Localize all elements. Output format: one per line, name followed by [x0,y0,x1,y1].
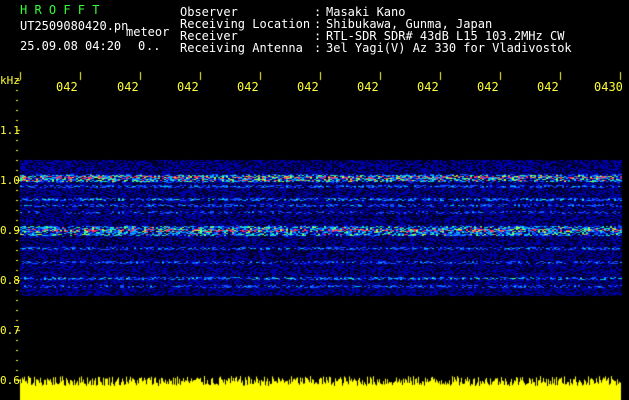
x-tick-label: 042 [537,80,559,94]
x-tick-label: 042 [297,80,319,94]
x-tick-label: 042 [237,80,259,94]
x-tick-label: 042 [357,80,379,94]
y-tick-label: 1.0 [0,174,20,187]
antenna-value: 3el Yagi(V) Az 330 for Vladivostok [326,41,572,55]
y-tick-label: 0.9 [0,224,20,237]
extra-value: 0 [138,39,146,53]
x-tick-label: 042 [417,80,439,94]
datetime-label: 25.09.08 04:20 [20,39,122,53]
extra-dots: .. [146,39,161,53]
x-tick-label: 042 [56,80,78,94]
x-tick-label: 0430 [594,80,623,94]
y-tick-label: 1.1 [0,124,20,137]
y-tick-label: 0.6 [0,374,20,387]
x-tick-label: 042 [177,80,199,94]
antenna-label: Receiving Antenna [180,41,303,55]
y-tick-label: 0.8 [0,274,20,287]
x-tick-label: 042 [477,80,499,94]
spectrogram-canvas [0,0,629,400]
y-unit-label: kHz [0,74,20,87]
filename-label: UT2509080420.pn [20,19,129,33]
x-tick-label: 042 [117,80,139,94]
filename-suffix: meteor [126,25,170,39]
y-tick-label: 0.7 [0,324,20,337]
program-title: H R O F F T [20,3,100,17]
antenna-sep: : [314,41,322,55]
